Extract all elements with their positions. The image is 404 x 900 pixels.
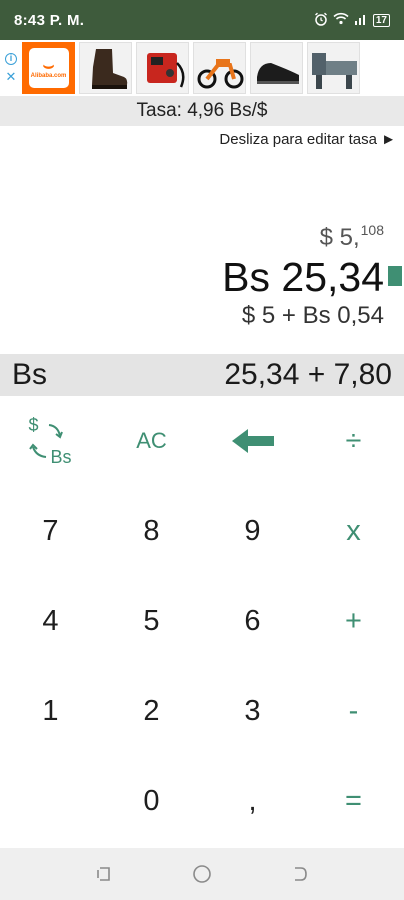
swap-currency-icon: $ Bs (21, 411, 81, 471)
shoe-image[interactable] (250, 42, 303, 94)
battery-icon: 17 (372, 13, 390, 27)
keypad: $ Bs AC ÷ 7 8 9 x 4 5 6 + 1 2 3 - 0 , = (0, 396, 404, 848)
digit-4-button[interactable]: 4 (0, 576, 101, 666)
digit-3-button[interactable]: 3 (202, 666, 303, 756)
welder-image[interactable] (136, 42, 189, 94)
digit-5-button[interactable]: 5 (101, 576, 202, 666)
recent-apps-icon (97, 867, 110, 881)
alibaba-logo-box: ⌣ Alibaba.com (28, 48, 69, 88)
edit-rate-hint[interactable]: Desliza para editar tasa ► (219, 131, 396, 148)
result-breakdown: $ 5 + Bs 0,54 (241, 302, 384, 329)
home-icon (193, 865, 211, 883)
expression-currency[interactable]: Bs (12, 358, 47, 392)
expression-value: 25,34 + 7,80 (224, 358, 392, 391)
lathe-image[interactable] (307, 42, 360, 94)
usd-result: $ 5,108 (320, 222, 384, 252)
home-button[interactable] (191, 863, 213, 885)
back-button[interactable] (289, 863, 311, 885)
recent-apps-button[interactable] (93, 863, 115, 885)
alibaba-smile-icon: ⌣ (42, 55, 55, 75)
dirt-bike-image[interactable] (193, 42, 246, 94)
input-cursor (388, 266, 402, 286)
digit-9-button[interactable]: 9 (202, 486, 303, 576)
digit-1-button[interactable]: 1 (0, 666, 101, 756)
boot-image[interactable] (79, 42, 132, 94)
expression-bar: Bs 25,34 + 7,80 (0, 354, 404, 396)
signal-icon (354, 13, 368, 28)
digit-0-button[interactable]: 0 (101, 756, 202, 846)
minus-button[interactable]: - (303, 666, 404, 756)
clear-button[interactable]: AC (101, 396, 202, 486)
exchange-rate-label: Tasa: 4,96 Bs/$ (136, 100, 268, 121)
back-icon (295, 867, 307, 881)
digit-8-button[interactable]: 8 (101, 486, 202, 576)
status-time: 8:43 P. M. (14, 11, 85, 29)
backspace-arrow-icon (231, 429, 274, 453)
alibaba-logo-text: Alibaba.com (30, 73, 67, 79)
backspace-button[interactable] (202, 396, 303, 486)
alibaba-logo[interactable]: ⌣ Alibaba.com (22, 42, 75, 94)
status-icons: 17 (314, 12, 390, 29)
plus-button[interactable]: + (303, 576, 404, 666)
bs-result: Bs 25,34 (222, 254, 384, 300)
alarm-icon (314, 12, 328, 29)
wifi-icon (333, 12, 349, 28)
exchange-rate-bar[interactable]: Tasa: 4,96 Bs/$ (0, 96, 404, 126)
digit-7-button[interactable]: 7 (0, 486, 101, 576)
info-icon[interactable]: i (5, 53, 17, 65)
digit-2-button[interactable]: 2 (101, 666, 202, 756)
usd-result-main: $ 5, (319, 224, 360, 251)
equals-button[interactable]: = (303, 756, 404, 846)
digit-6-button[interactable]: 6 (202, 576, 303, 666)
comma-button[interactable]: , (202, 756, 303, 846)
usd-result-decimals: 108 (360, 222, 384, 238)
multiply-button[interactable]: x (303, 486, 404, 576)
swap-currency-button[interactable]: $ Bs (0, 396, 101, 486)
ad-controls: i ✕ (0, 40, 22, 96)
divide-button[interactable]: ÷ (303, 396, 404, 486)
swap-arrows-icon (28, 424, 63, 458)
status-bar: 8:43 P. M. 17 (0, 0, 404, 40)
system-nav-bar (0, 848, 404, 900)
ad-tiles: ⌣ Alibaba.com (22, 42, 360, 94)
close-icon[interactable]: ✕ (6, 70, 17, 83)
ad-banner[interactable]: i ✕ ⌣ Alibaba.com (0, 40, 404, 96)
